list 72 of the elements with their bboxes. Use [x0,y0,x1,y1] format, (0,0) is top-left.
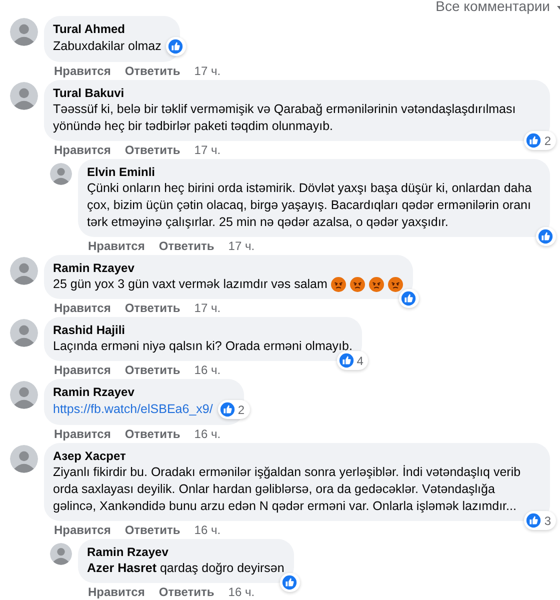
reaction-count: 3 [543,512,552,528]
link[interactable]: https://fb.watch/elSBEa6_x9/ [53,401,213,418]
reaction-badge[interactable] [399,289,420,308]
reaction-badge[interactable] [280,573,300,592]
angry-face-icon [388,277,404,292]
like-link[interactable]: Нравится [54,63,111,79]
like-link[interactable]: Нравится [54,142,111,158]
timestamp[interactable]: 17 ч. [194,300,221,316]
reaction-badge[interactable]: 2 [218,400,250,419]
author-name[interactable]: Ramin Rzayev [53,260,404,276]
author-name[interactable]: Азер Хасрет [53,448,540,464]
comment-text: 25 gün yox 3 gün vaxt vermək lazımdır vəs salam [53,276,328,293]
like-link[interactable]: Нравится [54,362,111,378]
like-link[interactable]: Нравится [88,584,145,600]
avatar [50,163,72,185]
timestamp[interactable]: 16 ч. [194,522,221,538]
author-name[interactable]: Rashid Hajili [53,322,352,338]
like-reaction-icon [218,401,236,418]
timestamp[interactable]: 16 ч. [194,362,221,378]
author-name[interactable]: Tural Bakuvi [53,85,540,101]
like-reaction-icon [525,512,542,529]
avatar [10,381,38,409]
comment-text: Azer Hasret qardaş doğro deyirsən [87,560,284,577]
reaction-count: 4 [356,352,364,368]
reaction-badge[interactable]: 4 [336,351,368,370]
filter-dropdown[interactable]: Все комментарии [436,0,550,14]
reply-link[interactable]: Ответить [124,142,180,158]
like-reaction-icon [525,132,542,149]
timestamp[interactable]: 16 ч. [228,584,255,600]
reaction-count: 2 [543,132,552,148]
reply-link[interactable]: Ответить [124,63,180,79]
like-reaction-icon [338,352,355,369]
avatar [10,82,38,110]
comment-text: Çünki onların heç birini orda istəmirik. Dövlət yaxşı başa düşür ki, onlardan daha çox, bizim üçün çətin olacaq, birgə yaşayış. Bacardıqları qədər ermənilərin oranı tərk etməyinə çalışırlar. 25 min nə qədər azalsa, o qədər yaxşıdır. [87,180,533,231]
reaction-badge[interactable] [166,37,186,56]
timestamp[interactable]: 17 ч. [228,238,255,254]
angry-face-icon [369,277,384,292]
like-link[interactable]: Нравится [54,300,111,316]
angry-face-icon [350,277,366,292]
reply-link[interactable]: Ответить [158,238,214,254]
reply-link[interactable]: Ответить [124,522,180,538]
like-reaction-icon [537,228,554,245]
like-link[interactable]: Нравится [88,238,145,254]
like-link[interactable]: Нравится [54,426,111,442]
timestamp[interactable]: 16 ч. [194,426,221,442]
author-name[interactable]: Elvin Eminli [87,164,540,180]
comment-text: Təəssüf ki, belə bir təklif verməmişik və Qarabağ ermənilərinin vətəndaşlaşdırılması yönündə heç bir tədbirlər paketi təqdim olunmayıb. [53,101,517,135]
reply-link[interactable]: Ответить [124,362,180,378]
avatar [10,257,38,285]
avatar [50,543,72,565]
author-name[interactable]: Ramin Rzayev [53,384,234,400]
like-link[interactable]: Нравится [54,522,111,538]
comment-text: Ziyanlı fikirdir bu. Oradakı ermənilər işğaldan sonra yerləşiblər. İndi vətəndaşlıq verib orda saxlayası deyilik. Onlar hardan gəliblərsə, ora da gedəcəklər. Vətəndaşlığa gəlincə, Xankəndidə bunu arzu edən N qədər erməni var. Onlarla işləmək lazımdır... [53,464,522,515]
timestamp[interactable]: 17 ч. [194,63,221,79]
like-reaction-icon [281,574,298,591]
like-reaction-icon [400,290,418,307]
comment-text: Zabuxdakilar olmaz [53,38,162,55]
reaction-badge[interactable]: 3 [524,511,556,530]
avatar [10,445,38,473]
reply-link[interactable]: Ответить [158,584,214,600]
author-name[interactable]: Ramin Rzayev [87,544,284,560]
like-reaction-icon [167,38,184,55]
avatar [10,18,38,46]
reaction-badge[interactable] [536,227,556,246]
timestamp[interactable]: 17 ч. [194,142,221,158]
reply-link[interactable]: Ответить [124,426,180,442]
author-name[interactable]: Tural Ahmed [53,21,170,37]
reaction-count: 2 [236,402,246,418]
reaction-badge[interactable]: 2 [524,131,556,150]
avatar [10,319,38,347]
angry-face-icon [331,277,346,292]
reply-link[interactable]: Ответить [124,300,180,316]
